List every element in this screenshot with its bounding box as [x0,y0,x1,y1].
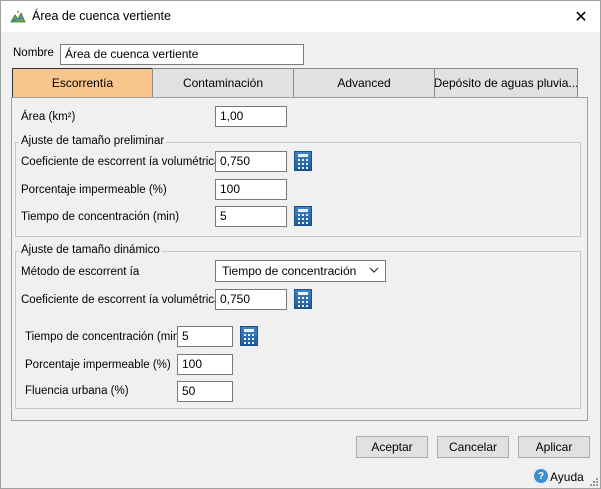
dialog-window: Área de cuenca vertiente ✕ Nombre Área d… [0,0,601,489]
prelim-runoff-coef-label: Coeficiente de escorrent ía volumétrica [21,156,221,168]
tab-advanced[interactable]: Advanced [293,68,435,98]
accept-button[interactable]: Aceptar [356,436,428,458]
dynamic-runoff-coef-label: Coeficiente de escorrent ía volumétrica [21,294,221,306]
help-icon[interactable]: ? [534,469,548,483]
dynamic-impervious-input[interactable]: 100 [177,354,233,375]
urban-flow-label: Fluencia urbana (%) [25,385,129,397]
area-label: Área (km²) [21,111,76,123]
tab-escorrentia[interactable]: Escorrentía [12,68,153,98]
help-link[interactable]: Ayuda [550,470,584,484]
close-button[interactable]: ✕ [566,4,596,30]
cancel-button[interactable]: Cancelar [437,436,509,458]
calculator-icon[interactable] [294,151,312,171]
dynamic-impervious-label: Porcentaje impermeable (%) [25,359,171,371]
close-icon: ✕ [574,9,588,26]
prelim-impervious-label: Porcentaje impermeable (%) [21,184,167,196]
urban-flow-input[interactable]: 50 [177,381,233,402]
chevron-down-icon [369,267,379,273]
prelim-impervious-input[interactable]: 100 [215,179,287,200]
calculator-icon[interactable] [240,326,258,346]
preliminary-group-title: Ajuste de tamaño preliminar [19,135,167,147]
name-label: Nombre [13,47,54,59]
watershed-app-icon [10,11,26,23]
tab-deposito[interactable]: Depósito de aguas pluvia... [434,68,578,98]
window-title: Área de cuenca vertiente [32,9,171,23]
dynamic-method-label: Método de escorrent ía [21,266,140,278]
apply-button[interactable]: Aplicar [518,436,590,458]
tab-contaminacion[interactable]: Contaminación [152,68,294,98]
tab-strip: Escorrentía Contaminación Advanced Depós… [12,68,578,98]
runoff-method-value: Tiempo de concentración [222,264,357,278]
area-input[interactable]: 1,00 [215,106,287,127]
calculator-icon[interactable] [294,206,312,226]
prelim-conc-time-input[interactable]: 5 [215,206,287,227]
calculator-icon[interactable] [294,289,312,309]
tab-panel: Área (km²) 1,00 Ajuste de tamaño prelimi… [11,97,588,421]
dynamic-conc-time-label: Tiempo de concentración (min) [25,331,184,343]
prelim-runoff-coef-input[interactable]: 0,750 [215,151,287,172]
dynamic-conc-time-input[interactable]: 5 [177,326,233,347]
runoff-method-select[interactable]: Tiempo de concentración [215,260,386,282]
dynamic-runoff-coef-input[interactable]: 0,750 [215,289,287,310]
dynamic-group-title: Ajuste de tamaño dinámico [19,244,162,256]
prelim-conc-time-label: Tiempo de concentración (min) [21,211,180,223]
name-input[interactable]: Área de cuenca vertiente [60,44,304,65]
resize-grip-icon[interactable] [589,477,599,487]
title-bar: Área de cuenca vertiente ✕ [1,1,600,32]
